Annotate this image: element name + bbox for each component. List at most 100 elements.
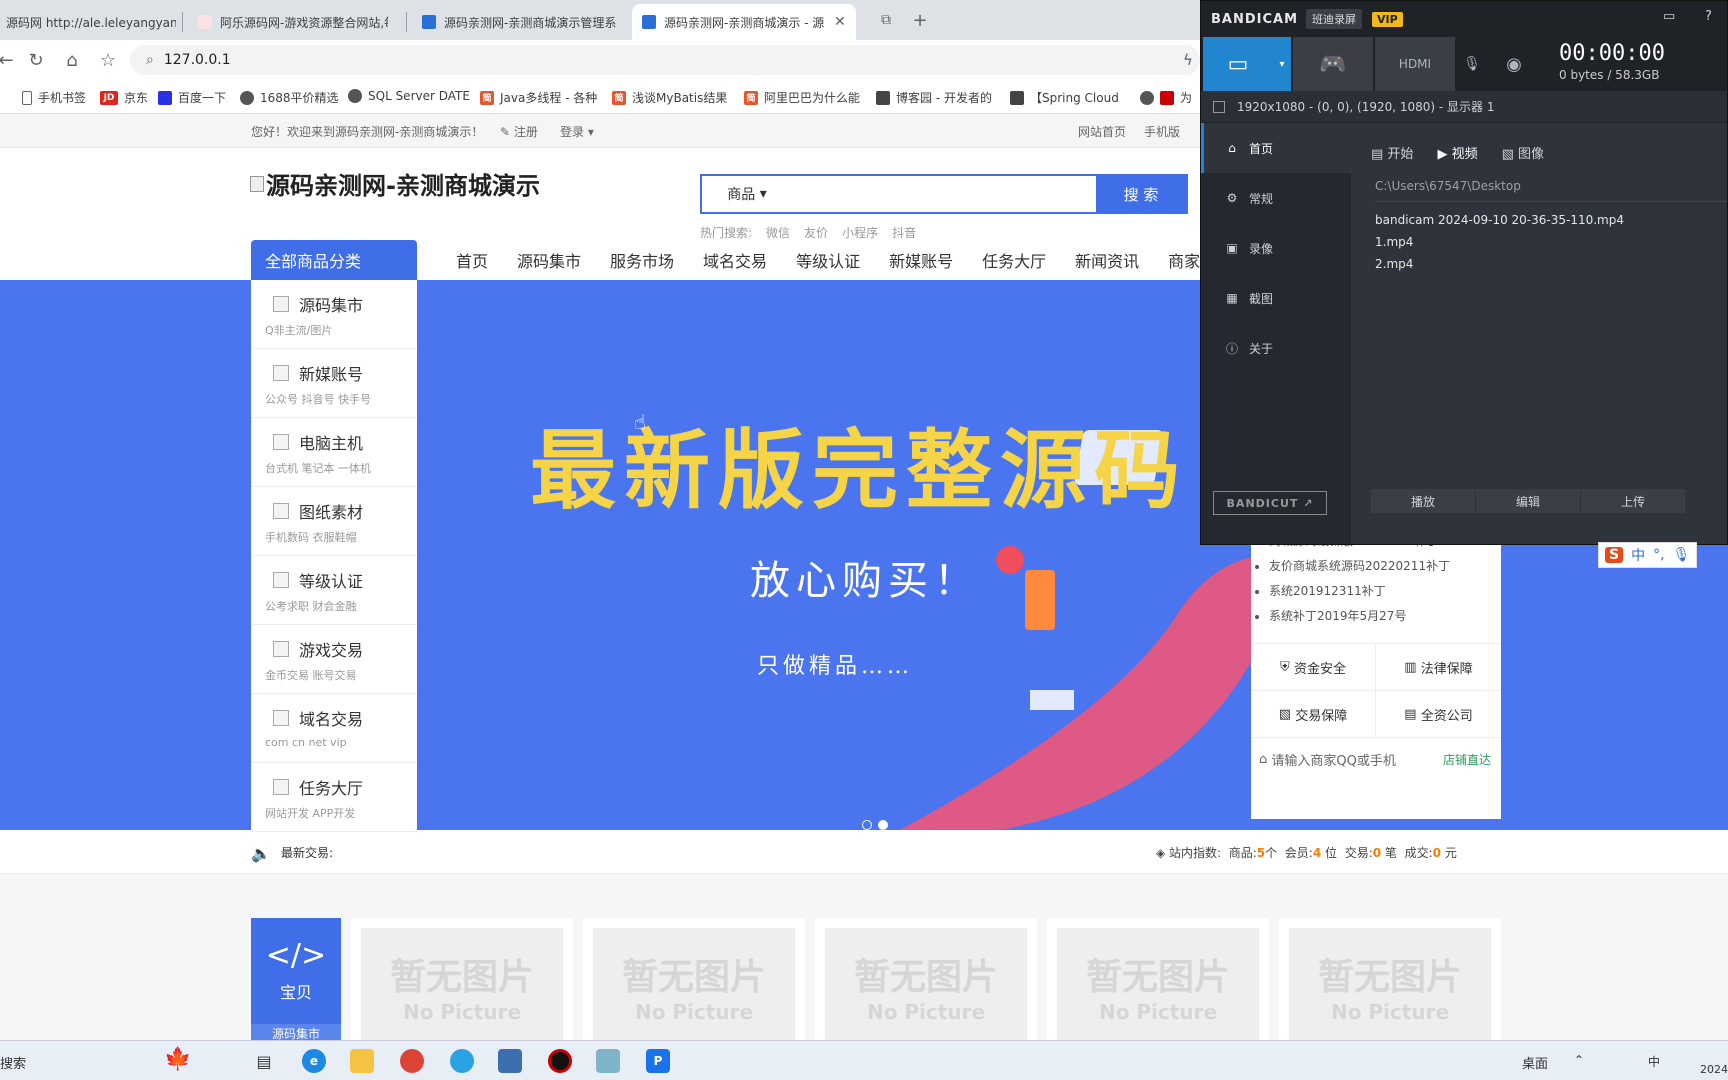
- site-home-link[interactable]: 网站首页: [1078, 123, 1126, 140]
- output-path[interactable]: C:\Users\67547\Desktop: [1375, 179, 1727, 202]
- category-item[interactable]: 图纸素材 手机数码 衣服鞋帽: [251, 487, 417, 556]
- browser-icon[interactable]: [450, 1049, 474, 1073]
- bookmark-item[interactable]: SQL Server DATE: [348, 89, 470, 103]
- bookmark-item[interactable]: 简 Java多线程 - 各种: [480, 89, 597, 106]
- file-item[interactable]: 2.mp4: [1375, 257, 1624, 279]
- file-item[interactable]: 1.mp4: [1375, 235, 1624, 257]
- nav-home[interactable]: 首页: [456, 248, 488, 272]
- webcam-toggle[interactable]: ◉: [1489, 37, 1539, 91]
- bookmark-item[interactable]: 手机书签: [22, 89, 86, 106]
- news-item[interactable]: 系统201912311补丁: [1269, 579, 1501, 604]
- merchant-search[interactable]: ⌂ 请输入商家QQ或手机 店铺直达: [1251, 739, 1501, 779]
- category-item[interactable]: 源码集市 Q非主流/图片: [251, 280, 417, 349]
- tab-close-icon[interactable]: ✕: [834, 14, 846, 30]
- play-button[interactable]: 播放: [1371, 489, 1475, 513]
- tab-start[interactable]: ▤ 开始: [1371, 143, 1413, 162]
- sidebar-item-screenshot[interactable]: ▦ 截图: [1201, 273, 1351, 323]
- file-item[interactable]: bandicam 2024-09-10 20-36-35-110.mp4: [1375, 213, 1624, 235]
- nav-task-hall[interactable]: 任务大厅: [982, 248, 1046, 272]
- task-view-icon[interactable]: ▤: [252, 1049, 276, 1073]
- hot-search-link[interactable]: 友价: [804, 224, 828, 241]
- product-card[interactable]: 暂无图片 No Picture: [1047, 918, 1269, 1040]
- reload-icon[interactable]: ↻: [24, 48, 48, 72]
- hot-search-link[interactable]: 抖音: [892, 224, 916, 241]
- edge-icon[interactable]: e: [302, 1049, 326, 1073]
- bookmark-item[interactable]: 百度一下: [158, 89, 226, 106]
- bookmark-item[interactable]: JD 京东: [100, 89, 148, 106]
- bookmark-item[interactable]: 1688平价精选: [240, 89, 339, 106]
- network-app-icon[interactable]: [498, 1049, 522, 1073]
- site-logo[interactable]: 源码亲测网-亲测商城演示: [250, 166, 540, 201]
- bookmark-item[interactable]: 简阿里巴巴为什么能: [744, 89, 860, 106]
- screen-mode-dropdown[interactable]: ▾: [1273, 37, 1291, 91]
- search-category-select[interactable]: 商品 ▾: [702, 176, 792, 212]
- sidebar-item-home[interactable]: ⌂ 首页: [1201, 123, 1351, 173]
- screen-mode-button[interactable]: ▭: [1203, 37, 1273, 91]
- carousel-dot-active[interactable]: [878, 820, 888, 830]
- bookmark-item[interactable]: 博客园 - 开发者的: [876, 89, 992, 106]
- ime-indicator[interactable]: 中: [1648, 1053, 1660, 1070]
- sidebar-item-about[interactable]: ⓘ 关于: [1201, 323, 1351, 373]
- nav-news[interactable]: 新闻资讯: [1075, 248, 1139, 272]
- clock[interactable]: 2024: [1700, 1063, 1728, 1076]
- bookmark-item[interactable]: 简浅谈MyBatis结果: [612, 89, 727, 106]
- category-item[interactable]: 域名交易 com cn net vip: [251, 694, 417, 763]
- new-tab-button[interactable]: +: [908, 8, 932, 32]
- bookmark-item[interactable]: 为: [1140, 89, 1192, 106]
- browser-tab-0[interactable]: 源码网 http://ale.leleyangyan: [0, 4, 176, 40]
- back-arrow-icon[interactable]: ←: [0, 48, 18, 72]
- category-item[interactable]: 任务大厅 网站开发 APP开发: [251, 763, 417, 832]
- browser-tab-2[interactable]: 源码亲测网-亲测商城演示管理系: [412, 4, 622, 40]
- bookmark-star-icon[interactable]: ☆: [96, 48, 120, 72]
- carousel-dot[interactable]: [862, 820, 872, 830]
- product-card[interactable]: 暂无图片 No Picture: [1279, 918, 1501, 1040]
- search-highlight-icon[interactable]: 🍁: [164, 1047, 191, 1072]
- bandicam-record-icon[interactable]: [548, 1049, 572, 1073]
- desktop-label[interactable]: 桌面: [1522, 1053, 1548, 1072]
- browser-tab-3-active[interactable]: 源码亲测网-亲测商城演示 - 源 ✕: [632, 4, 856, 40]
- notepad-icon[interactable]: [596, 1049, 620, 1073]
- tab-image[interactable]: ▧ 图像: [1502, 143, 1544, 162]
- shop-direct-link[interactable]: 店铺直达: [1443, 751, 1491, 768]
- search-button[interactable]: 搜 索: [1096, 176, 1186, 212]
- edit-button[interactable]: 编辑: [1476, 489, 1580, 513]
- hot-search-link[interactable]: 微信: [766, 224, 790, 241]
- ime-toolbar[interactable]: S 中 °, 🎙: [1598, 542, 1698, 568]
- nav-merchants[interactable]: 商家: [1168, 248, 1200, 272]
- tray-chevron-icon[interactable]: ⌃: [1574, 1053, 1584, 1067]
- tab-video[interactable]: ▶ 视频: [1437, 143, 1477, 162]
- area-checkbox[interactable]: [1213, 100, 1225, 113]
- mic-toggle[interactable]: 🎙: [1457, 37, 1487, 91]
- mobile-version-link[interactable]: 手机版: [1144, 123, 1180, 140]
- product-card[interactable]: 暂无图片 No Picture: [351, 918, 573, 1040]
- game-mode-button[interactable]: 🎮: [1293, 37, 1373, 91]
- sidebar-item-video[interactable]: ▣ 录像: [1201, 223, 1351, 273]
- help-icon[interactable]: ?: [1705, 9, 1712, 24]
- products-label[interactable]: </> 宝贝 源码集市: [251, 918, 341, 1040]
- bandicut-button[interactable]: BANDICUT ↗: [1213, 491, 1327, 515]
- nav-source-market[interactable]: 源码集市: [517, 248, 581, 272]
- news-item[interactable]: 系统补丁2019年5月27号: [1269, 604, 1501, 629]
- nav-media-accounts[interactable]: 新媒账号: [889, 248, 953, 272]
- search-input[interactable]: [792, 176, 1096, 212]
- address-bar[interactable]: ⌕ 127.0.0.1: [130, 45, 1200, 75]
- upload-button[interactable]: 上传: [1581, 489, 1685, 513]
- file-explorer-icon[interactable]: [350, 1049, 374, 1073]
- home-icon[interactable]: ⌂: [60, 48, 84, 72]
- hot-search-link[interactable]: 小程序: [842, 224, 878, 241]
- vip-badge[interactable]: VIP: [1372, 11, 1403, 27]
- chrome-icon[interactable]: [400, 1049, 424, 1073]
- nav-domain-trade[interactable]: 域名交易: [703, 248, 767, 272]
- hdmi-mode-button[interactable]: HDMI: [1375, 37, 1455, 91]
- browser-tab-1[interactable]: 阿乐源码网-游戏资源整合网站,每: [188, 4, 388, 40]
- folder-icon[interactable]: ▭: [1663, 9, 1675, 24]
- sidebar-item-general[interactable]: ⚙ 常规: [1201, 173, 1351, 223]
- all-categories-header[interactable]: 全部商品分类: [251, 240, 417, 280]
- bookmark-item[interactable]: 【Spring Cloud: [1010, 89, 1119, 106]
- category-item[interactable]: 游戏交易 金币交易 账号交易: [251, 625, 417, 694]
- taskbar-search[interactable]: 搜索: [0, 1053, 26, 1072]
- product-card[interactable]: 暂无图片 No Picture: [815, 918, 1037, 1040]
- category-item[interactable]: 等级认证 公考求职 财会金融: [251, 556, 417, 625]
- login-dropdown[interactable]: 登录 ▾: [560, 123, 594, 140]
- tab-search-icon[interactable]: ⧉: [874, 8, 898, 32]
